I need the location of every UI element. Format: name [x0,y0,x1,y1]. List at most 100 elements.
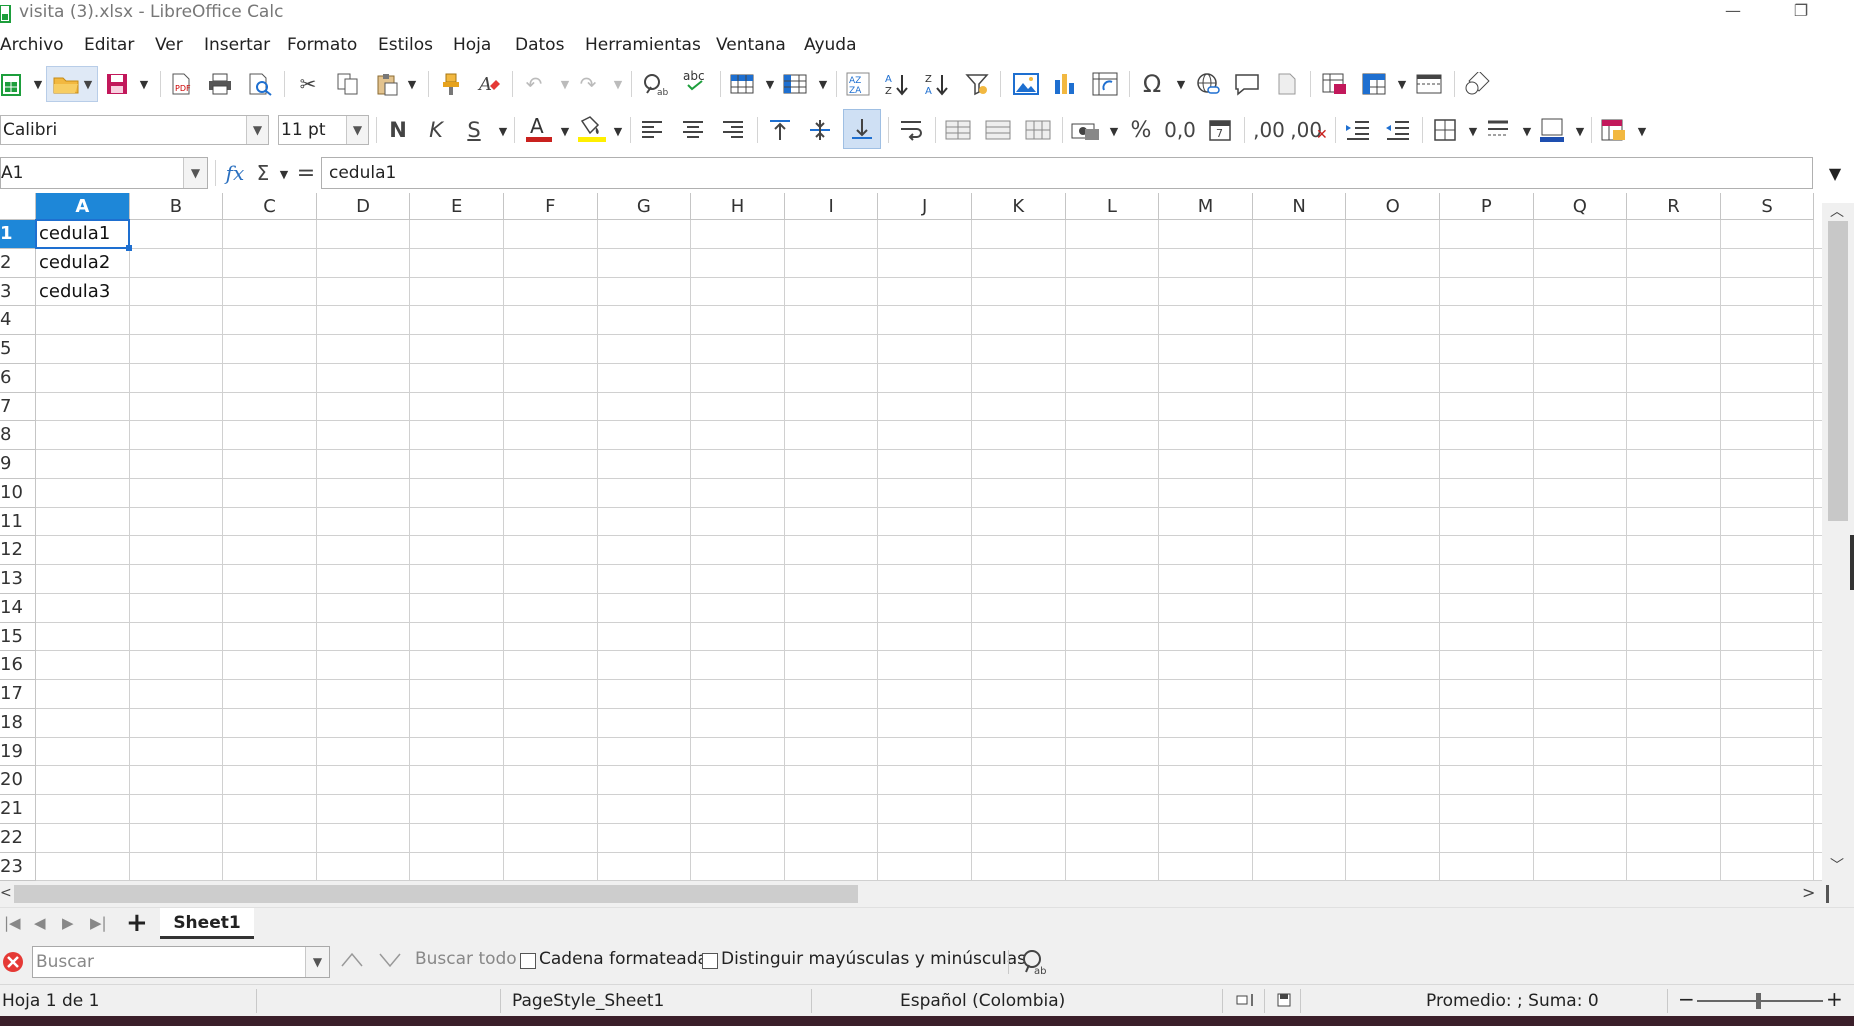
column-header-e[interactable]: E [410,193,504,220]
align-top-icon[interactable] [765,114,795,146]
freeze-rows-columns-icon[interactable] [1360,68,1390,100]
sort-icon[interactable]: AZ ZA [843,68,873,100]
font-size-dropdown-icon[interactable]: ▼ [346,116,368,144]
insert-chart-icon[interactable] [1050,68,1080,100]
cell-a3[interactable]: cedula3 [36,278,130,307]
align-bottom-icon[interactable] [843,109,881,149]
row-header-12[interactable]: 12 [0,536,36,565]
zoom-out-button[interactable]: − [1678,987,1695,1011]
column-header-r[interactable]: R [1627,193,1721,220]
row-header-15[interactable]: 15 [0,622,36,652]
column-header-s[interactable]: S [1720,193,1815,220]
previous-sheet-icon[interactable]: ◀ [34,914,46,932]
number-format-button[interactable]: 0,0 [1163,114,1197,146]
restore-button[interactable]: ❐ [1778,0,1824,26]
name-box[interactable]: A1 ▼ [0,157,208,189]
column-header-g[interactable]: G [597,193,692,220]
column-header-p[interactable]: P [1440,193,1534,220]
row-header-23[interactable]: 23 [0,852,36,881]
column-dropdown-icon[interactable]: ▼ [817,68,829,100]
font-size-box[interactable]: 11 pt ▼ [278,115,369,145]
sheet-tab-sheet1[interactable]: Sheet1 [160,908,254,939]
vertical-scroll-thumb[interactable] [1828,221,1848,521]
font-name-box[interactable]: Calibri ▼ [0,115,269,145]
row-header-6[interactable]: 6 [0,363,36,393]
increase-indent-icon[interactable] [1343,114,1373,146]
row-header-7[interactable]: 7 [0,392,36,422]
align-center-icon[interactable] [678,114,708,146]
menu-formato[interactable]: Formato [287,35,357,55]
column-header-i[interactable]: I [784,193,879,220]
row-header-11[interactable]: 11 [0,507,36,537]
column-header-n[interactable]: N [1252,193,1347,220]
undo-icon[interactable]: ↶ [519,68,549,100]
delete-decimal-button[interactable]: ,00 ✕ [1290,114,1328,146]
hyperlink-icon[interactable] [1193,68,1223,100]
highlight-dropdown-icon[interactable]: ▼ [612,115,624,147]
percent-format-button[interactable]: % [1126,114,1156,146]
horizontal-scrollbar[interactable]: < > [0,881,1822,907]
date-format-icon[interactable]: 7 [1205,114,1235,146]
print-icon[interactable] [205,68,235,100]
row-icon[interactable] [727,68,757,100]
row-header-10[interactable]: 10 [0,478,36,508]
show-draw-functions-icon[interactable] [1462,68,1492,100]
bold-button[interactable]: N [383,114,413,146]
save-dropdown-icon[interactable]: ▼ [138,68,150,100]
align-right-icon[interactable] [718,114,748,146]
border-style-dropdown-icon[interactable]: ▼ [1521,115,1533,147]
sort-descending-icon[interactable]: ZA [922,68,952,100]
find-replace-icon[interactable]: ab [640,68,670,100]
font-color-icon[interactable]: A [522,113,554,145]
scroll-left-icon[interactable]: < [0,885,12,901]
splitter-handle[interactable] [1850,535,1854,590]
selection-mode-icon[interactable] [1236,992,1258,1012]
menu-hoja[interactable]: Hoja [453,35,491,55]
unmerge-cells-icon[interactable] [1023,114,1053,146]
row-header-21[interactable]: 21 [0,795,36,824]
row-header-22[interactable]: 22 [0,823,36,853]
currency-format-icon[interactable] [1070,114,1102,146]
insert-image-icon[interactable] [1011,68,1041,100]
menu-insertar[interactable]: Insertar [204,35,270,55]
row-header-2[interactable]: 2 [0,248,36,278]
headers-footers-icon[interactable] [1272,68,1302,100]
column-header-l[interactable]: L [1065,193,1160,220]
cut-icon[interactable]: ✂ [293,68,323,100]
row-header-1[interactable]: 1 [0,220,36,249]
column-header-o[interactable]: O [1346,193,1440,220]
menu-archivo[interactable]: Archivo [0,35,64,55]
menu-herramientas[interactable]: Herramientas [585,35,701,55]
row-header-20[interactable]: 20 [0,766,36,795]
find-replace-dialog-icon[interactable]: ab [1020,948,1048,980]
column-header-h[interactable]: H [691,193,785,220]
wrap-text-icon[interactable] [896,114,926,146]
find-previous-icon[interactable] [340,950,364,974]
first-sheet-icon[interactable]: |◀ [4,914,21,932]
menu-ayuda[interactable]: Ayuda [804,35,857,55]
row-header-19[interactable]: 19 [0,737,36,767]
name-box-dropdown-icon[interactable]: ▼ [183,158,207,188]
decrease-indent-icon[interactable] [1383,114,1413,146]
row-header-17[interactable]: 17 [0,680,36,709]
conditional-format-icon[interactable] [1599,114,1629,146]
expand-formula-bar-icon[interactable]: ▼ [1820,157,1850,189]
scroll-right-icon[interactable]: > [1802,883,1815,902]
column-header-a[interactable]: A [36,193,130,220]
paste-icon[interactable] [372,68,402,100]
undo-dropdown-icon[interactable]: ▼ [559,68,571,100]
comment-icon[interactable] [1232,68,1262,100]
align-left-icon[interactable] [637,114,667,146]
currency-dropdown-icon[interactable]: ▼ [1108,115,1120,147]
formula-input[interactable]: cedula1 [321,157,1813,189]
row-header-16[interactable]: 16 [0,651,36,680]
clear-formatting-icon[interactable]: A [474,68,504,100]
spelling-icon[interactable]: abc [678,66,712,98]
find-next-icon[interactable] [378,950,402,974]
clone-formatting-icon[interactable] [436,68,466,100]
sort-ascending-icon[interactable]: AZ [882,68,912,100]
pivot-table-icon[interactable] [1090,68,1120,100]
underline-button[interactable]: S [459,114,489,146]
split-window-icon[interactable] [1414,68,1444,100]
redo-dropdown-icon[interactable]: ▼ [612,68,624,100]
